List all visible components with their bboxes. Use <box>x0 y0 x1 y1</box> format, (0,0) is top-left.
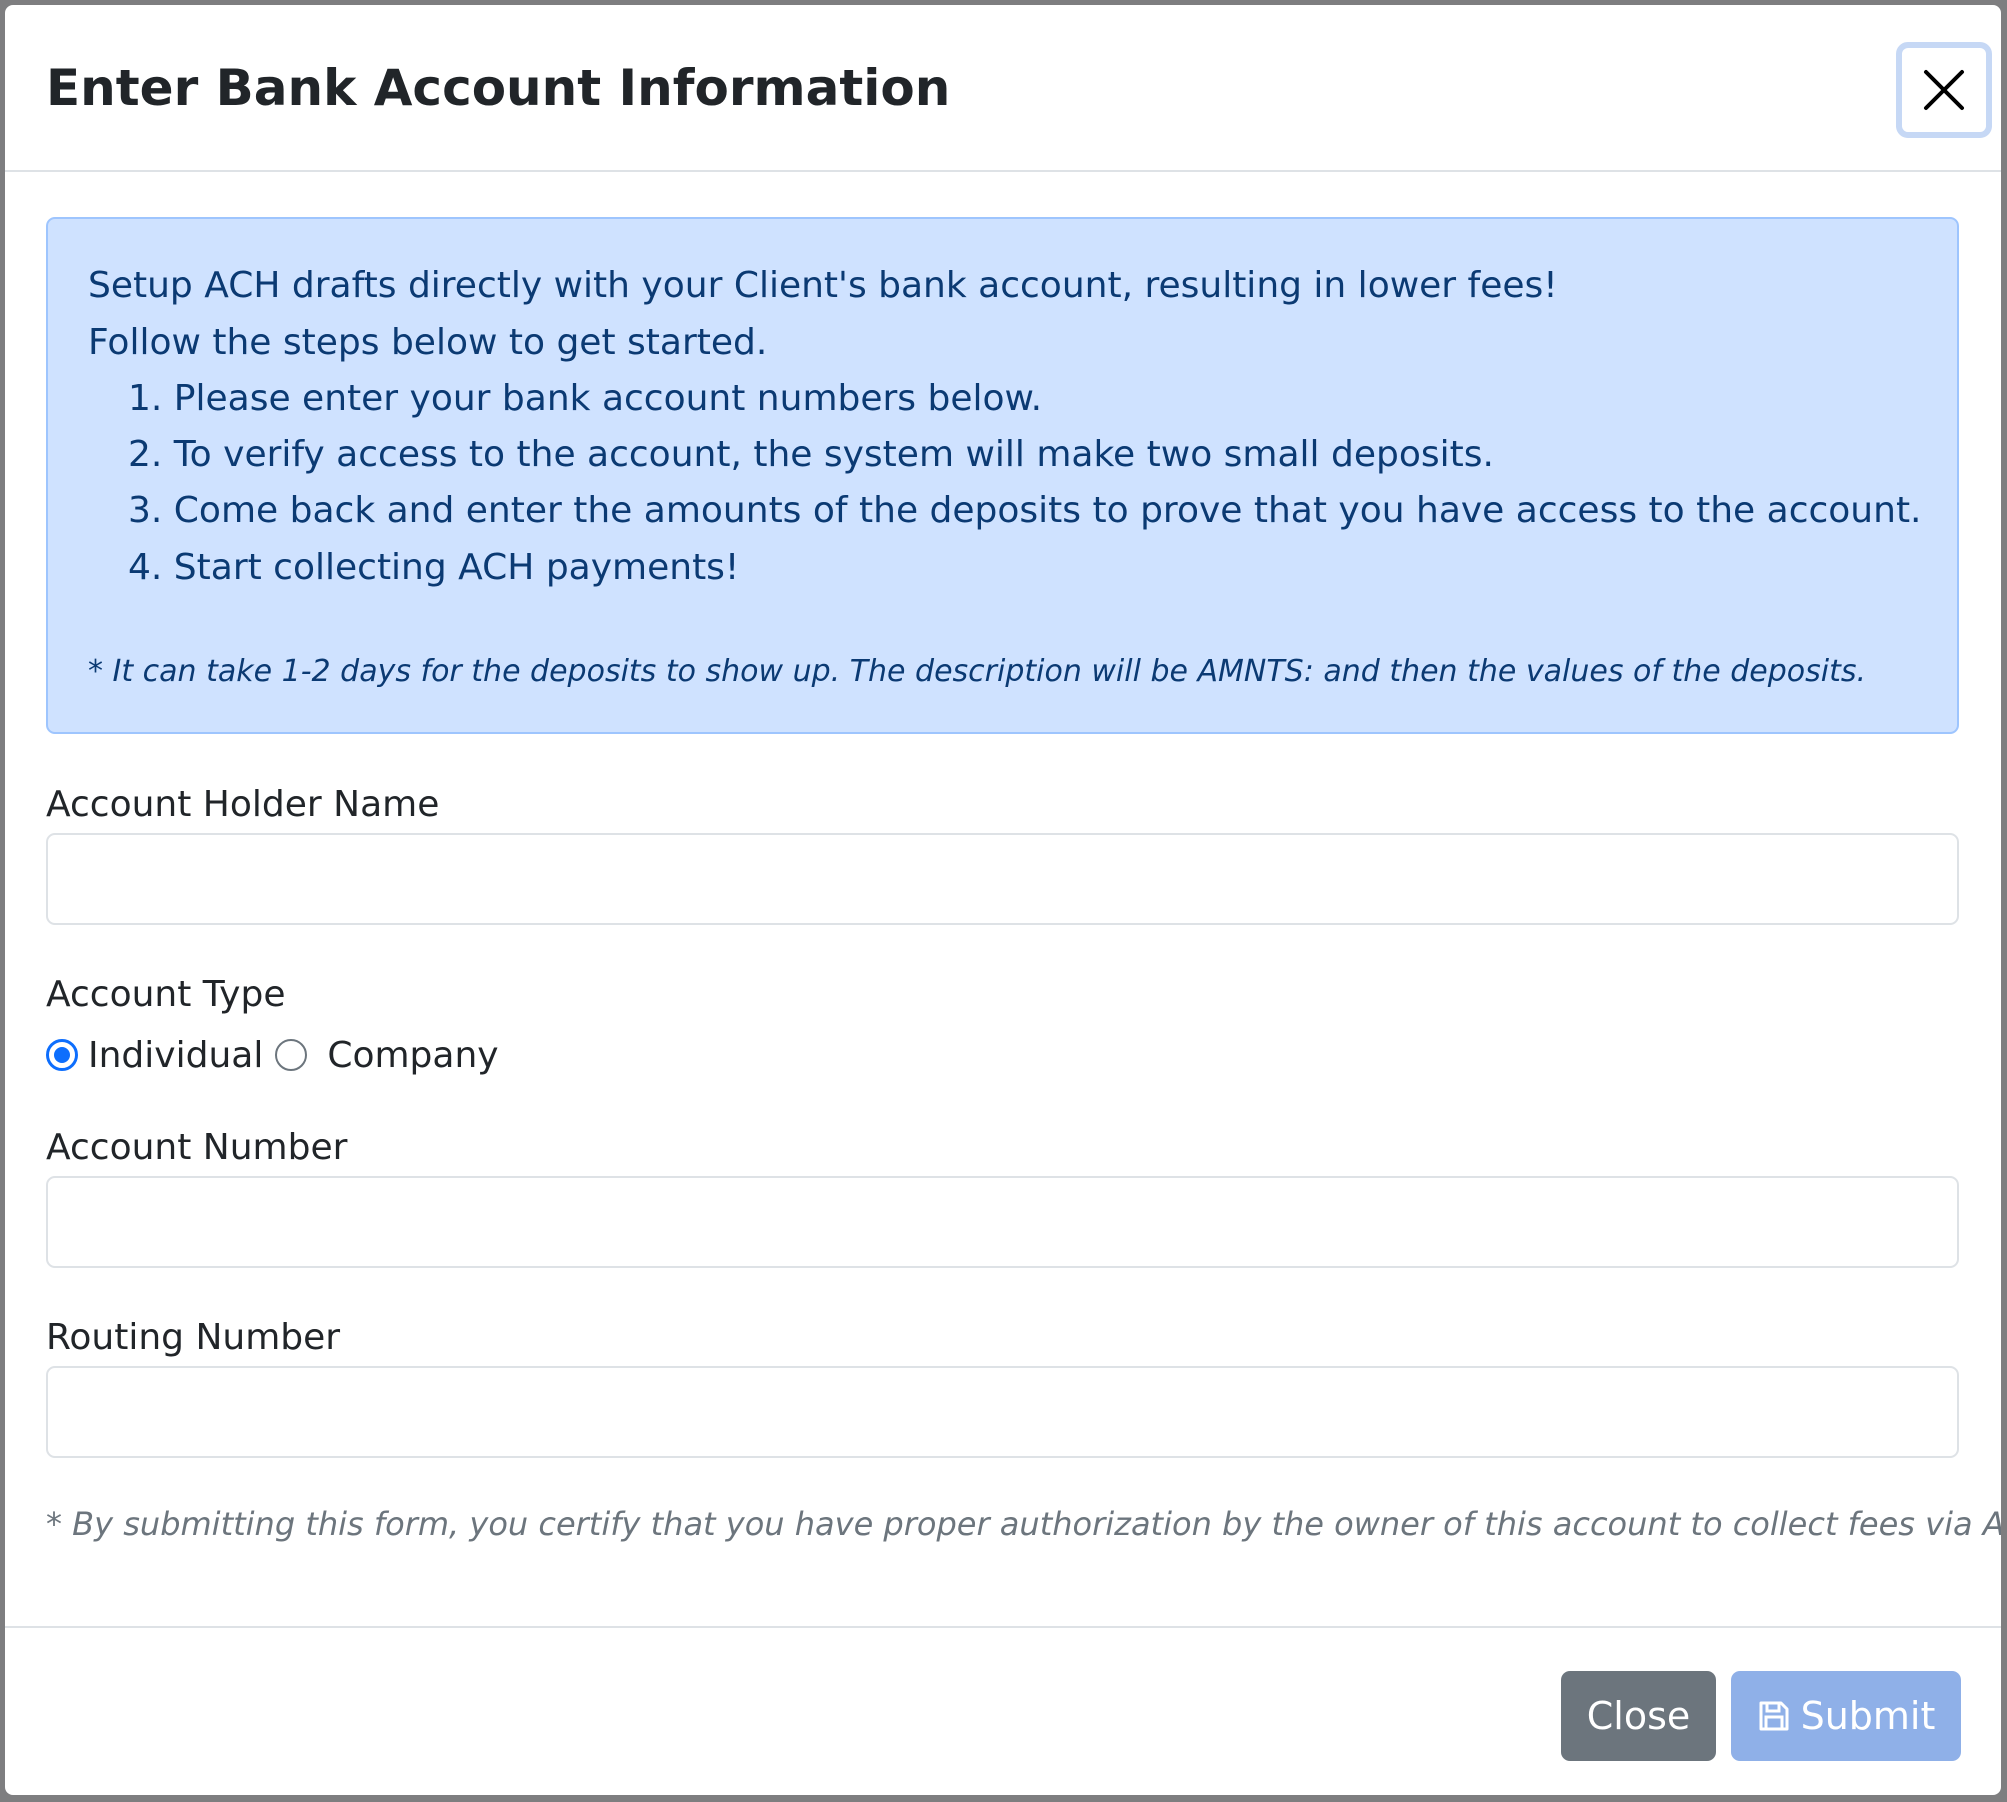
account-type-individual-label[interactable]: Individual <box>88 1035 263 1076</box>
modal-title: Enter Bank Account Information <box>46 59 951 117</box>
info-step: 2. To verify access to the account, the … <box>128 434 1494 475</box>
submit-label: Submit <box>1800 1694 1936 1738</box>
modal-footer: Close Submit <box>5 1626 2001 1795</box>
info-step: 1. Please enter your bank account number… <box>128 378 1043 419</box>
bank-account-modal: Enter Bank Account Information Setup ACH… <box>5 5 2001 1795</box>
routing-number-input[interactable] <box>46 1366 1959 1458</box>
close-icon <box>1924 70 1964 110</box>
info-alert: Setup ACH drafts directly with your Clie… <box>46 217 1959 734</box>
routing-number-label: Routing Number <box>46 1317 341 1358</box>
info-instructions-heading: Follow the steps below to get started. <box>88 322 768 363</box>
close-button[interactable]: Close <box>1561 1671 1716 1761</box>
save-icon <box>1757 1699 1791 1733</box>
account-type-individual-radio[interactable] <box>46 1039 78 1071</box>
submit-button[interactable]: Submit <box>1731 1671 1961 1761</box>
account-number-label: Account Number <box>46 1127 348 1168</box>
info-step: 3. Come back and enter the amounts of th… <box>128 490 1922 531</box>
account-type-label: Account Type <box>46 974 286 1015</box>
account-type-company-radio[interactable] <box>275 1039 308 1071</box>
close-modal-button[interactable] <box>1896 42 1992 138</box>
account-holder-name-label: Account Holder Name <box>46 784 440 825</box>
account-type-company-label[interactable]: Company <box>327 1035 498 1076</box>
info-intro: Setup ACH drafts directly with your Clie… <box>88 265 1558 306</box>
info-note: * It can take 1-2 days for the deposits … <box>88 654 1866 689</box>
info-step: 4. Start collecting ACH payments! <box>128 547 740 588</box>
account-number-input[interactable] <box>46 1176 1959 1268</box>
account-holder-name-input[interactable] <box>46 833 1959 925</box>
account-type-radio-group: Individual Company <box>46 1030 499 1080</box>
modal-header: Enter Bank Account Information <box>5 5 2001 172</box>
authorization-disclaimer: * By submitting this form, you certify t… <box>46 1505 2001 1543</box>
